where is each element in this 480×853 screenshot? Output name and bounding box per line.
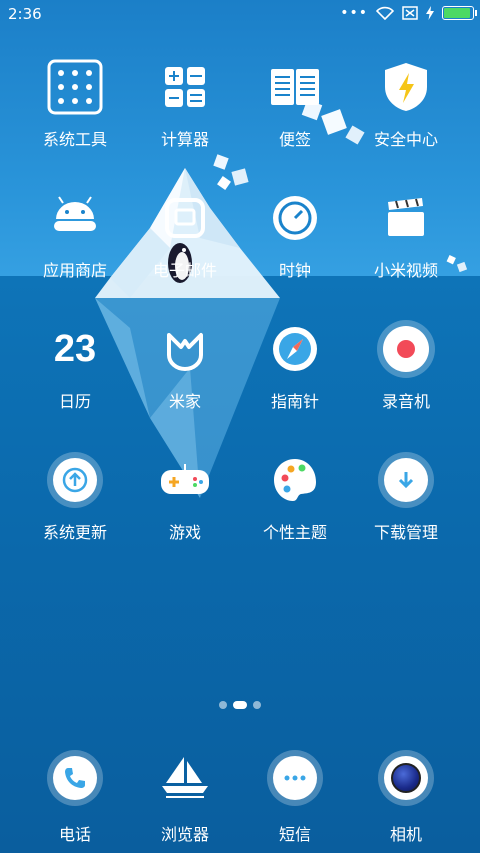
calendar-date-text: 23	[53, 327, 97, 370]
dock-label: 短信	[278, 825, 311, 844]
app-theme-palette[interactable]: 个性主题	[240, 449, 350, 543]
app-label: 应用商店	[42, 261, 107, 280]
status-time: 2:36	[8, 5, 42, 23]
email-icon	[154, 187, 216, 249]
dock-label: 电话	[58, 825, 91, 844]
app-security-shield[interactable]: 安全中心	[351, 56, 461, 150]
page-dot[interactable]	[233, 701, 247, 709]
download-icon	[375, 449, 437, 511]
no-sim-icon	[402, 6, 418, 20]
clock-icon	[264, 187, 326, 249]
app-label: 电子邮件	[152, 261, 217, 280]
app-download[interactable]: 下载管理	[351, 449, 461, 543]
app-label: 下载管理	[373, 523, 438, 542]
status-bar: 2:36 •••	[0, 0, 480, 28]
video-clapper-icon	[375, 187, 437, 249]
dock-phone[interactable]: 电话	[20, 747, 130, 845]
app-notes[interactable]: 便签	[240, 56, 350, 150]
app-gamepad[interactable]: 游戏	[130, 449, 240, 543]
page-indicator[interactable]	[0, 701, 480, 709]
notes-icon	[264, 56, 326, 118]
wifi-icon	[376, 6, 394, 20]
app-label: 录音机	[381, 392, 430, 411]
app-label: 游戏	[168, 523, 201, 542]
camera-icon	[375, 747, 437, 809]
app-label: 时钟	[278, 261, 311, 280]
page-dot[interactable]	[219, 701, 227, 709]
charging-bolt-icon	[426, 6, 434, 20]
app-recorder[interactable]: 录音机	[351, 318, 461, 412]
dock-label: 浏览器	[160, 825, 209, 844]
mijia-icon	[154, 318, 216, 380]
app-video-clapper[interactable]: 小米视频	[351, 187, 461, 281]
app-label: 个性主题	[262, 523, 327, 542]
dock-messages[interactable]: 短信	[240, 747, 350, 845]
security-shield-icon	[375, 56, 437, 118]
app-tools-folder[interactable]: 系统工具	[20, 56, 130, 150]
recorder-icon	[375, 318, 437, 380]
calendar-icon: 23	[44, 318, 106, 380]
app-label: 便签	[278, 130, 311, 149]
battery-level	[444, 8, 470, 18]
theme-palette-icon	[264, 449, 326, 511]
calculator-icon	[154, 56, 216, 118]
app-label: 指南针	[270, 392, 319, 411]
app-compass[interactable]: 指南针	[240, 318, 350, 412]
system-update-icon	[44, 449, 106, 511]
compass-icon	[264, 318, 326, 380]
app-email[interactable]: 电子邮件	[130, 187, 240, 281]
battery-icon	[442, 6, 477, 20]
dock-label: 相机	[389, 825, 422, 844]
android-store-icon	[44, 187, 106, 249]
app-calendar[interactable]: 23 日历	[20, 318, 130, 412]
app-clock[interactable]: 时钟	[240, 187, 350, 281]
app-android-store[interactable]: 应用商店	[20, 187, 130, 281]
tools-folder-icon	[44, 56, 106, 118]
app-label: 系统工具	[42, 130, 107, 149]
app-label: 系统更新	[42, 523, 107, 542]
app-label: 日历	[58, 392, 91, 411]
page-dot[interactable]	[253, 701, 261, 709]
app-mijia[interactable]: 米家	[130, 318, 240, 412]
app-label: 小米视频	[373, 261, 438, 280]
app-label: 计算器	[160, 130, 209, 149]
more-dots-icon: •••	[340, 5, 368, 21]
app-system-update[interactable]: 系统更新	[20, 449, 130, 543]
messages-icon	[264, 747, 326, 809]
dock-camera[interactable]: 相机	[351, 747, 461, 845]
phone-icon	[44, 747, 106, 809]
dock-browser-sailboat[interactable]: 浏览器	[130, 747, 240, 845]
app-label: 安全中心	[373, 130, 438, 149]
browser-sailboat-icon	[154, 747, 216, 809]
gamepad-icon	[154, 449, 216, 511]
app-label: 米家	[168, 392, 201, 411]
app-calculator[interactable]: 计算器	[130, 56, 240, 150]
